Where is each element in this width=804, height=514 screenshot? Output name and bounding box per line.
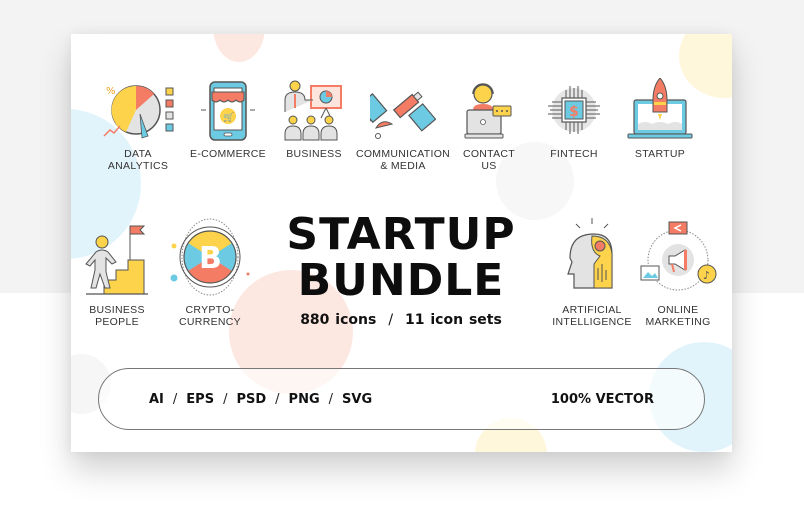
file-formats-list: AI / EPS / PSD / PNG / SVG xyxy=(149,392,372,407)
icon-set-artificial-intelligence[interactable]: ARTIFICIAL INTELLIGENCE xyxy=(549,216,635,328)
icon-set-business[interactable]: BUSINESS xyxy=(271,78,357,160)
format-png: PNG xyxy=(288,391,320,407)
title-line-1: STARTUP xyxy=(286,209,516,260)
bundle-subtitle: 880 icons / 11 icon sets xyxy=(271,312,531,328)
icon-set-startup[interactable]: STARTUP xyxy=(619,78,701,160)
pie-chart-icon: % xyxy=(103,85,174,139)
icon-set-online-marketing[interactable]: ♪ ONLINE MARKETING xyxy=(631,216,725,328)
satellite-icon xyxy=(370,91,436,139)
svg-text:🛒: 🛒 xyxy=(223,111,234,123)
icon-set-label: BUSINESS xyxy=(286,148,342,160)
icon-set-e-commerce[interactable]: 🛒 E-COMMERCE xyxy=(183,78,273,160)
icon-set-label: CRYPTO- CURRENCY xyxy=(179,304,241,328)
icon-set-cryptocurrency[interactable]: B CRYPTO- CURRENCY xyxy=(167,216,253,328)
smartphone-shop-icon: 🛒 xyxy=(201,81,255,141)
svg-text:$: $ xyxy=(569,104,579,120)
format-separator: / xyxy=(328,391,334,407)
format-separator: / xyxy=(223,391,228,407)
decor-circle-pink xyxy=(213,34,265,62)
icon-set-fintech[interactable]: $ FINTECH xyxy=(534,78,614,160)
presentation-icon xyxy=(284,80,342,141)
dollar-chip-icon: $ xyxy=(548,86,600,134)
format-ai: AI xyxy=(149,391,164,407)
icon-set-label: ONLINE MARKETING xyxy=(645,304,711,328)
bitcoin-icon: B xyxy=(170,218,250,296)
icon-set-label: STARTUP xyxy=(634,148,686,160)
icons-count: 880 icons xyxy=(300,312,377,328)
formats-bar: AI / EPS / PSD / PNG / SVG 100% VECTOR xyxy=(98,368,705,430)
icon-set-label: FINTECH xyxy=(550,148,598,160)
svg-text:B: B xyxy=(199,241,222,276)
icon-set-label: DATA ANALYTICS xyxy=(107,148,169,172)
vector-label: 100% VECTOR xyxy=(550,391,654,407)
icon-set-business-people[interactable]: BUSINESS PEOPLE xyxy=(77,222,157,328)
svg-text:%: % xyxy=(106,86,116,97)
format-svg: SVG xyxy=(342,391,373,407)
format-eps: EPS xyxy=(186,391,215,407)
support-agent-icon xyxy=(464,83,512,139)
subtitle-separator: / xyxy=(388,312,394,328)
rocket-laptop-icon xyxy=(627,78,693,139)
promo-card: % DATA ANALYTICS 🛒 E-COMMERCE BUSINESS C… xyxy=(71,34,732,452)
megaphone-icon: ♪ xyxy=(640,221,717,291)
icon-set-label: E-COMMERCE xyxy=(190,148,266,160)
icon-set-label: COMMUNICATION & MEDIA xyxy=(355,148,451,172)
icon-set-data-analytics[interactable]: % DATA ANALYTICS xyxy=(93,78,183,172)
stairs-flag-icon xyxy=(85,225,148,295)
icon-set-label: BUSINESS PEOPLE xyxy=(89,304,145,328)
format-separator: / xyxy=(275,391,280,407)
bundle-title: STARTUP BUNDLE xyxy=(271,212,531,304)
icon-set-communication-media[interactable]: COMMUNICATION & MEDIA xyxy=(353,78,453,172)
icon-set-contact-us[interactable]: CONTACT US xyxy=(449,78,529,172)
format-psd: PSD xyxy=(236,391,267,407)
sets-count: 11 icon sets xyxy=(405,312,502,328)
format-separator: / xyxy=(172,391,178,407)
icon-set-label: ARTIFICIAL INTELLIGENCE xyxy=(552,304,632,328)
icon-set-label: CONTACT US xyxy=(462,148,516,172)
ai-head-icon xyxy=(567,218,613,289)
svg-text:♪: ♪ xyxy=(703,269,710,282)
title-line-2: BUNDLE xyxy=(297,255,505,306)
